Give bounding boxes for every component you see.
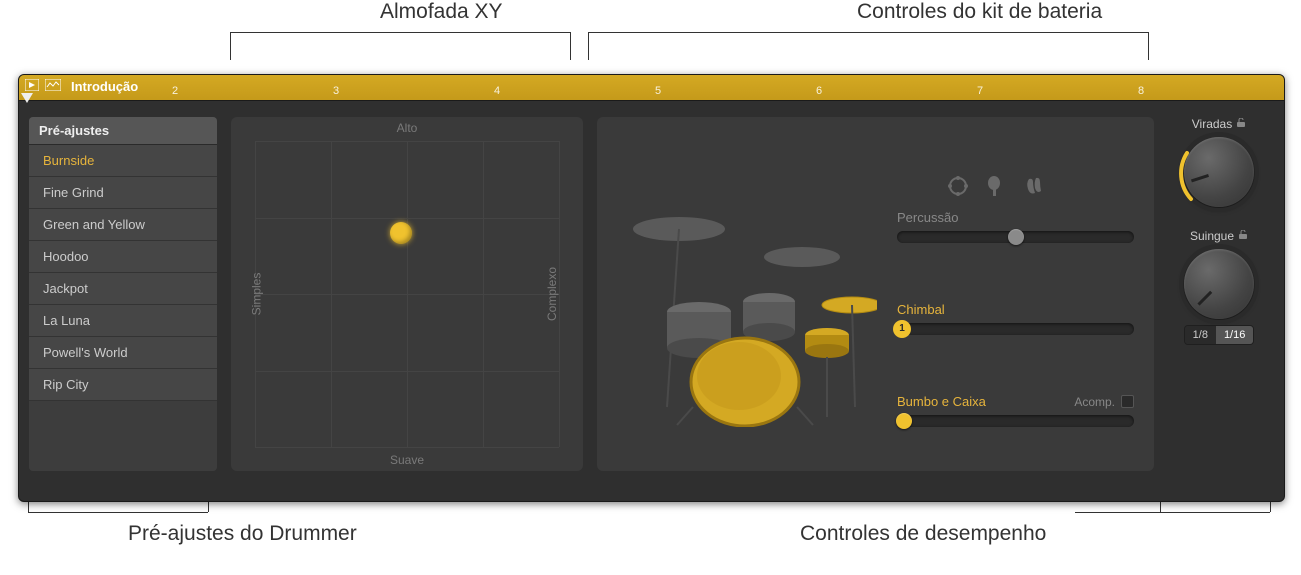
preset-item-burnside[interactable]: Burnside xyxy=(29,145,217,177)
xy-label-loud: Alto xyxy=(397,121,418,135)
preset-item-hoodoo[interactable]: Hoodoo xyxy=(29,241,217,273)
hihat-slider[interactable]: 1 xyxy=(897,323,1134,335)
follow-checkbox[interactable] xyxy=(1121,395,1134,408)
bar-number: 6 xyxy=(816,85,822,97)
ann-line xyxy=(28,512,208,513)
kicksnare-label: Bumbo e Caixa Acomp. xyxy=(897,394,1134,409)
region-name: Introdução xyxy=(71,79,138,94)
play-region-icon[interactable] xyxy=(25,79,39,94)
swing-knob[interactable] xyxy=(1184,249,1254,319)
hihat-label: Chimbal xyxy=(897,302,1134,317)
playhead[interactable] xyxy=(21,93,33,103)
bar-number: 8 xyxy=(1138,85,1144,97)
preset-item-la-luna[interactable]: La Luna xyxy=(29,305,217,337)
ann-line xyxy=(570,32,571,60)
ann-line xyxy=(588,32,1148,33)
swing-resolution-toggle[interactable]: 1/8 1/16 xyxy=(1184,325,1255,345)
lock-icon[interactable] xyxy=(1238,229,1248,243)
presets-panel: Pré-ajustes Burnside Fine Grind Green an… xyxy=(29,117,217,471)
bar-number: 7 xyxy=(977,85,983,97)
preset-item-powells-world[interactable]: Powell's World xyxy=(29,337,217,369)
preset-item-green-and-yellow[interactable]: Green and Yellow xyxy=(29,209,217,241)
drum-kit-panel: Percussão Chimbal 1 Bumbo e Caixa A xyxy=(597,117,1154,471)
performance-panel: Viradas Suingue 1/8 1/16 xyxy=(1168,117,1270,471)
percussion-slider-thumb[interactable] xyxy=(1008,229,1024,245)
follow-label: Acomp. xyxy=(1074,395,1115,409)
annotation-kit-controls: Controles do kit de bateria xyxy=(857,0,1102,24)
kicksnare-label-text: Bumbo e Caixa xyxy=(897,394,986,409)
percussion-slider[interactable] xyxy=(897,231,1134,243)
xy-label-complex: Complexo xyxy=(545,267,559,321)
lock-icon[interactable] xyxy=(1236,117,1246,131)
hihat-pattern-pip[interactable]: 1 xyxy=(893,320,911,338)
preset-item-jackpot[interactable]: Jackpot xyxy=(29,273,217,305)
ann-line xyxy=(1148,32,1149,60)
xy-label-soft: Suave xyxy=(390,453,424,467)
drummer-editor-window: Introdução 2 3 4 5 6 7 8 Pré-ajustes Bur… xyxy=(18,74,1285,502)
ann-line xyxy=(230,32,570,33)
drum-kit-graphic[interactable] xyxy=(617,137,877,457)
xy-puck[interactable] xyxy=(390,222,412,244)
preset-item-fine-grind[interactable]: Fine Grind xyxy=(29,177,217,209)
xy-label-simple: Simples xyxy=(249,273,263,316)
bar-number: 5 xyxy=(655,85,661,97)
xy-pad[interactable]: Alto Suave Simples Complexo xyxy=(231,117,583,471)
swing-label: Suingue xyxy=(1190,229,1248,243)
annotation-presets: Pré-ajustes do Drummer xyxy=(128,522,357,546)
fills-label: Viradas xyxy=(1192,117,1246,131)
ann-line xyxy=(230,32,231,60)
preset-item-rip-city[interactable]: Rip City xyxy=(29,369,217,401)
presets-header: Pré-ajustes xyxy=(29,117,217,145)
loop-region-icon[interactable] xyxy=(45,79,61,94)
swing-opt-sixteenth[interactable]: 1/16 xyxy=(1216,326,1253,344)
percussion-label: Percussão xyxy=(897,210,1134,225)
kicksnare-slider[interactable] xyxy=(897,415,1134,427)
bar-number: 3 xyxy=(333,85,339,97)
bar-number: 4 xyxy=(494,85,500,97)
tambourine-icon[interactable] xyxy=(947,175,969,202)
fills-knob[interactable] xyxy=(1184,137,1254,207)
annotation-xy-pad: Almofada XY xyxy=(380,0,503,24)
annotation-performance: Controles de desempenho xyxy=(800,522,1046,546)
preset-empty-row xyxy=(29,401,217,471)
clap-icon[interactable] xyxy=(1023,175,1045,202)
ann-line xyxy=(588,32,589,60)
shaker-icon[interactable] xyxy=(985,175,1007,202)
ann-line xyxy=(1075,512,1270,513)
kicksnare-slider-thumb[interactable] xyxy=(896,413,912,429)
timeline-ruler[interactable]: Introdução 2 3 4 5 6 7 8 xyxy=(19,75,1284,101)
swing-opt-eighth[interactable]: 1/8 xyxy=(1185,326,1216,344)
bar-number: 2 xyxy=(172,85,178,97)
